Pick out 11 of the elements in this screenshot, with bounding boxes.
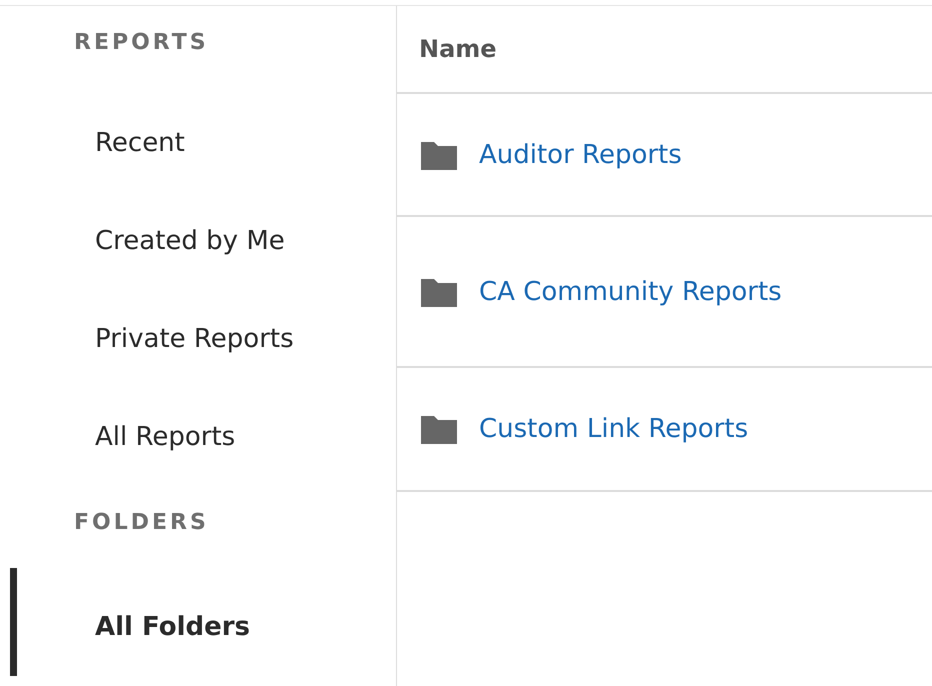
- sidebar-item[interactable]: All Reports: [0, 422, 236, 452]
- sidebar-item[interactable]: Private Reports: [0, 324, 294, 354]
- column-header[interactable]: Name: [419, 35, 497, 63]
- sidebar-item[interactable]: All Folders: [0, 612, 250, 642]
- folder-link[interactable]: Auditor Reports: [479, 140, 682, 170]
- section-heading: FOLDERS: [74, 510, 209, 535]
- folder-link[interactable]: Custom Link Reports: [479, 414, 748, 444]
- sidebar-item[interactable]: Recent: [0, 128, 185, 158]
- section-heading: REPORTS: [74, 30, 209, 55]
- sidebar-item[interactable]: Created by Me: [0, 226, 285, 256]
- folder-link[interactable]: CA Community Reports: [479, 276, 782, 306]
